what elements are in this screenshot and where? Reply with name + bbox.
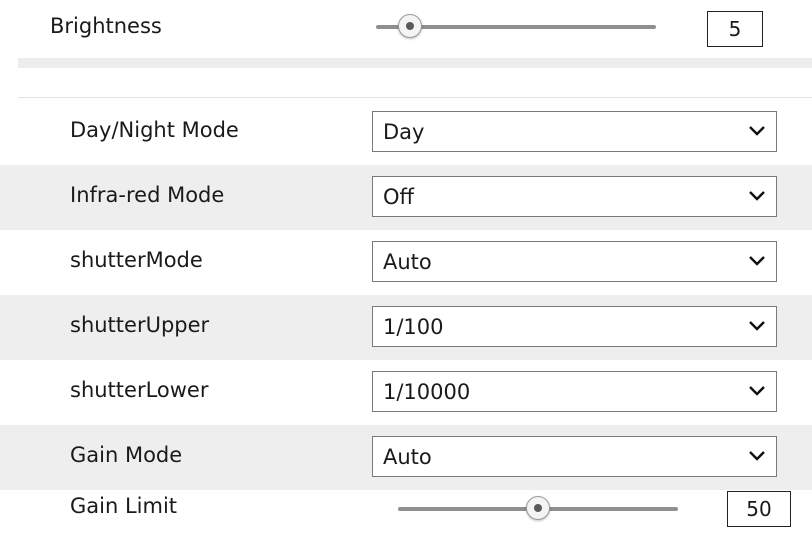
setting-row-shutter-upper: shutterUpper 1/100 (0, 295, 812, 360)
shutter-lower-select[interactable]: 1/10000 (372, 371, 777, 412)
chevron-down-icon[interactable] (748, 317, 766, 335)
day-night-mode-select[interactable]: Day (372, 111, 777, 152)
brightness-slider-thumb[interactable] (397, 14, 422, 38)
gain-limit-label: Gain Limit (70, 494, 178, 518)
brightness-slider[interactable] (376, 14, 656, 38)
shutter-upper-value: 1/100 (383, 315, 444, 339)
gain-mode-value: Auto (383, 445, 432, 469)
settings-table: Day/Night Mode Day Infra-red Mode Off sh… (0, 100, 812, 541)
setting-row-shutter-mode: shutterMode Auto (0, 230, 812, 295)
gain-mode-label: Gain Mode (70, 443, 183, 467)
shutter-upper-select[interactable]: 1/100 (372, 306, 777, 347)
shutter-upper-label: shutterUpper (70, 313, 210, 337)
chevron-down-icon[interactable] (748, 122, 766, 140)
shutter-mode-label: shutterMode (70, 248, 203, 272)
shutter-lower-value: 1/10000 (383, 380, 471, 404)
brightness-value-input[interactable]: 5 (707, 11, 763, 47)
shutter-lower-label: shutterLower (70, 378, 209, 402)
chevron-down-icon[interactable] (748, 252, 766, 270)
brightness-label: Brightness (50, 14, 162, 38)
chevron-down-icon[interactable] (748, 447, 766, 465)
infra-red-mode-label: Infra-red Mode (70, 183, 225, 207)
gain-limit-slider-thumb[interactable] (526, 496, 550, 520)
gain-limit-slider[interactable] (398, 496, 678, 520)
infra-red-mode-value: Off (383, 185, 414, 209)
image-settings-panel: Brightness 5 Day/Night Mode Day Infra-re… (0, 0, 812, 541)
setting-row-day-night-mode: Day/Night Mode Day (0, 100, 812, 165)
setting-row-shutter-lower: shutterLower 1/10000 (0, 360, 812, 425)
setting-row-infra-red-mode: Infra-red Mode Off (0, 165, 812, 230)
shutter-mode-select[interactable]: Auto (372, 241, 777, 282)
setting-row-gain-limit: Gain Limit 50 (0, 490, 812, 541)
chevron-down-icon[interactable] (748, 187, 766, 205)
shutter-mode-value: Auto (383, 250, 432, 274)
gain-limit-value-input[interactable]: 50 (727, 491, 791, 527)
section-separator (18, 58, 812, 98)
day-night-mode-value: Day (383, 120, 425, 144)
setting-row-gain-mode: Gain Mode Auto (0, 425, 812, 490)
gain-mode-select[interactable]: Auto (372, 436, 777, 477)
infra-red-mode-select[interactable]: Off (372, 176, 777, 217)
brightness-row: Brightness 5 (0, 0, 812, 58)
day-night-mode-label: Day/Night Mode (70, 118, 239, 142)
chevron-down-icon[interactable] (748, 382, 766, 400)
